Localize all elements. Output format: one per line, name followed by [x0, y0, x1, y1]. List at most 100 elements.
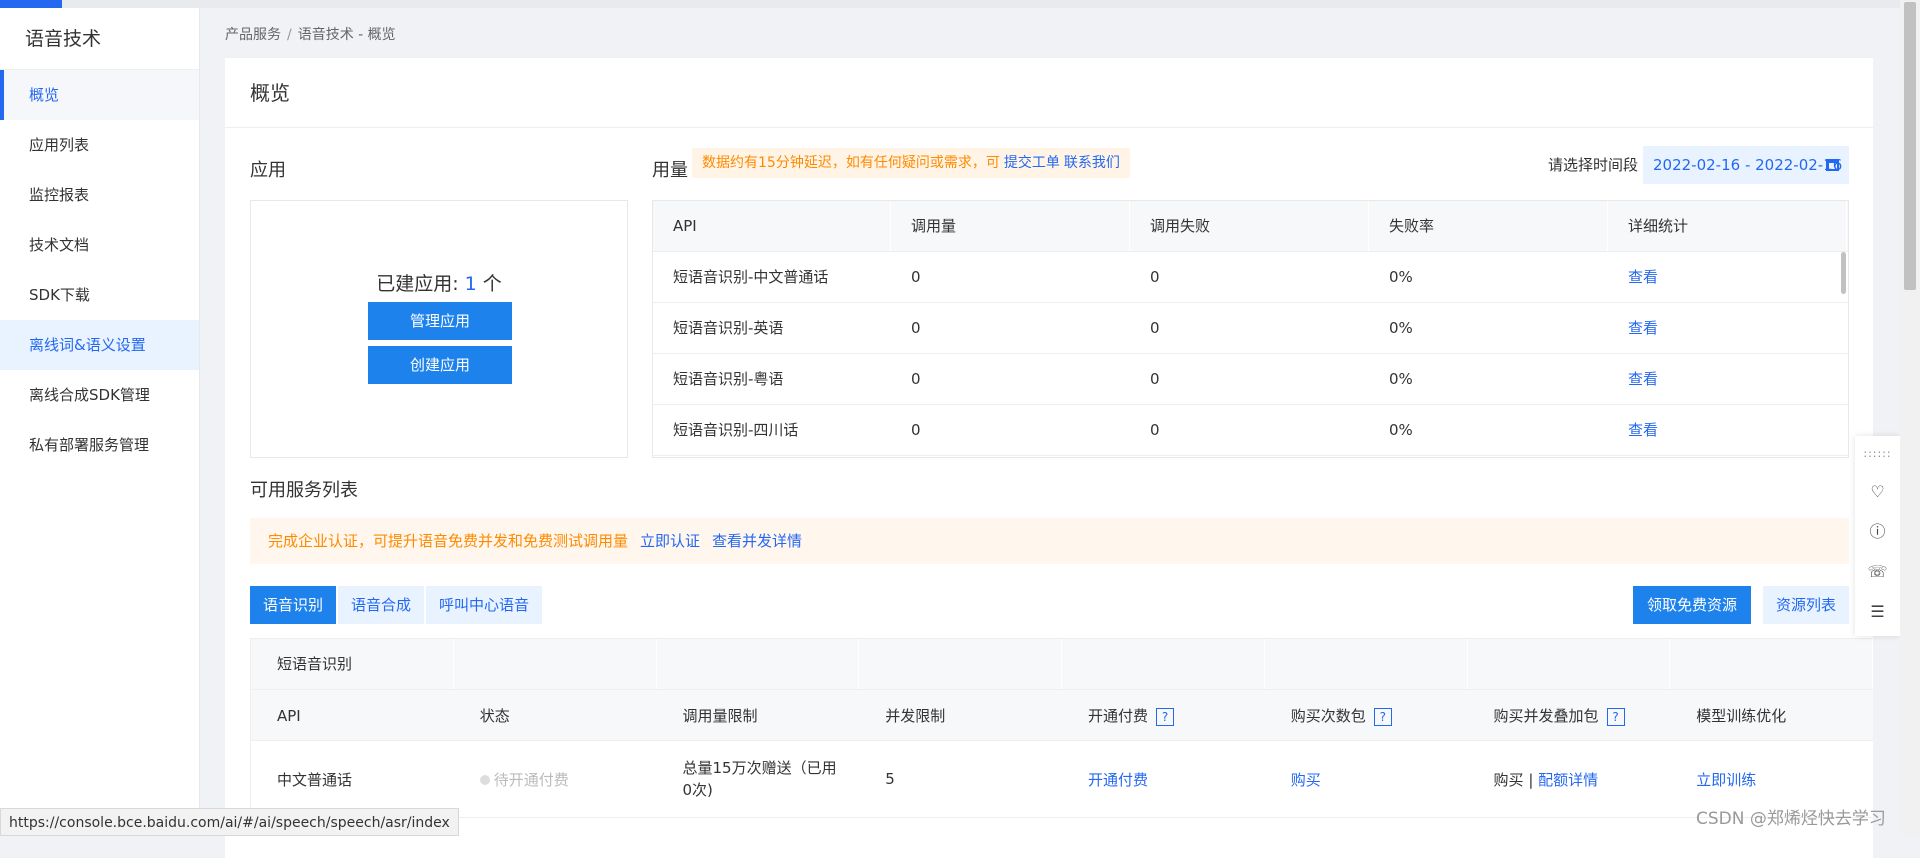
promo-text: 完成企业认证，可提升语音免费并发和免费测试调用量	[268, 532, 629, 550]
tab-speech-synthesis[interactable]: 语音合成	[338, 586, 425, 624]
breadcrumb: 产品服务 / 语音技术 - 概览	[225, 24, 396, 44]
usage-cell-rate: 0%	[1389, 268, 1413, 286]
breadcrumb-separator: /	[287, 27, 292, 43]
sidebar-item-docs[interactable]: 技术文档	[0, 220, 199, 270]
train-now-link[interactable]: 立即训练	[1670, 769, 1873, 790]
usage-cell-rate: 0%	[1389, 421, 1413, 439]
date-range-value: 2022-02-16 - 2022-02-16	[1653, 156, 1843, 174]
page-title: 概览	[225, 58, 1873, 128]
sidebar-item-offline-tts[interactable]: 离线合成SDK管理	[0, 370, 199, 420]
sidebar-item-app-list[interactable]: 应用列表	[0, 120, 199, 170]
apps-box: 已建应用: 1 个 管理应用 创建应用	[250, 200, 628, 458]
page-scrollbar[interactable]	[1900, 0, 1920, 836]
usage-cell-calls: 0	[911, 370, 921, 388]
usage-col-detail: 详细统计	[1608, 201, 1847, 251]
usage-cell-calls: 0	[911, 421, 921, 439]
svc-col-pay-label: 开通付费	[1088, 707, 1149, 725]
view-detail-link[interactable]: 查看	[1608, 252, 1847, 302]
usage-col-rate: 失败率	[1369, 201, 1608, 251]
table-row: 中文普通话 待开通付费 总量15万次赠送（已用0次) 5 开通付费 购买 购买 …	[251, 741, 1873, 817]
tab-speech-recognition[interactable]: 语音识别	[250, 586, 337, 624]
view-detail-link[interactable]: 查看	[1608, 303, 1847, 353]
usage-cell-fails: 0	[1150, 370, 1160, 388]
table-row: 短语音识别-粤语 0 0 0% 查看	[653, 354, 1848, 405]
sidebar-item-offline-words[interactable]: 离线词&语义设置	[0, 320, 199, 370]
app-count-suffix: 个	[476, 273, 502, 295]
apps-title: 应用	[250, 160, 286, 181]
services-title: 可用服务列表	[250, 480, 358, 501]
status-dot-icon	[479, 775, 490, 785]
usage-cell-fails: 0	[1150, 319, 1160, 337]
sidebar-item-overview[interactable]: 概览	[0, 70, 199, 120]
sidebar-item-monitor[interactable]: 监控报表	[0, 170, 199, 220]
concurrency-detail-link[interactable]: 查看并发详情	[712, 532, 802, 550]
usage-cell-fails: 0	[1150, 268, 1160, 286]
tab-call-center[interactable]: 呼叫中心语音	[426, 586, 543, 624]
certification-promo: 完成企业认证，可提升语音免费并发和免费测试调用量 立即认证 查看并发详情	[250, 518, 1849, 564]
svc-cell-buy-concurrency: 购买 | 配额详情	[1468, 769, 1671, 790]
calendar-icon	[1826, 159, 1839, 171]
usage-cell-rate: 0%	[1389, 319, 1413, 337]
breadcrumb-current: 语音技术 - 概览	[297, 27, 396, 43]
page-scrollbar-thumb[interactable]	[1904, 2, 1916, 290]
usage-col-api: API	[653, 201, 891, 251]
svc-cell-limit: 总量15万次赠送（已用0次)	[682, 759, 837, 799]
drag-handle-icon[interactable]: ::::::	[1855, 436, 1900, 472]
help-icon[interactable]: ?	[1373, 707, 1392, 726]
heart-icon[interactable]: ♡	[1855, 472, 1900, 512]
svc-col-buy-concurrency-label: 购买并发叠加包	[1493, 707, 1599, 725]
usage-cell-calls: 0	[911, 319, 921, 337]
main-area: 产品服务 / 语音技术 - 概览 概览 应用 已建应用: 1 个 管理应用 创建应用…	[200, 8, 1900, 858]
help-icon[interactable]: ?	[1606, 707, 1625, 726]
svc-col-train: 模型训练优化	[1696, 707, 1787, 725]
sidebar-title: 语音技术	[0, 8, 199, 70]
service-group-name: 短语音识别	[251, 639, 454, 689]
sidebar-item-private-deploy[interactable]: 私有部署服务管理	[0, 420, 199, 470]
help-circle-icon[interactable]: ⓘ	[1855, 512, 1900, 552]
view-detail-link[interactable]: 查看	[1608, 354, 1847, 404]
usage-table: API 调用量 调用失败 失败率 详细统计 短语音识别-中文普通话 0 0 0%…	[652, 200, 1849, 458]
svc-cell-status: 待开通付费	[454, 769, 657, 790]
separator: |	[1528, 770, 1534, 789]
app-count: 已建应用: 1 个	[251, 269, 627, 296]
usage-table-header: API 调用量 调用失败 失败率 详细统计	[653, 201, 1848, 252]
usage-cell-fails: 0	[1150, 421, 1160, 439]
buy-pack-link[interactable]: 购买	[1265, 769, 1468, 790]
svc-col-buy-concurrency: 购买并发叠加包?	[1468, 690, 1671, 740]
quota-detail-link[interactable]: 配额详情	[1538, 771, 1598, 789]
usage-title: 用量	[652, 160, 688, 181]
overview-card: 概览 应用 已建应用: 1 个 管理应用 创建应用 用量 数据约有15分钟延迟，…	[225, 58, 1873, 858]
phone-icon[interactable]: ☏	[1855, 552, 1900, 592]
buy-concurrency-link[interactable]: 购买	[1494, 771, 1524, 789]
contact-us-link[interactable]: 联系我们	[1064, 155, 1120, 171]
svc-col-concurrency: 并发限制	[885, 707, 946, 725]
usage-cell-rate: 0%	[1389, 370, 1413, 388]
view-detail-link[interactable]: 查看	[1608, 405, 1847, 455]
svc-col-limit: 调用量限制	[682, 707, 758, 725]
help-icon[interactable]: ?	[1156, 707, 1175, 726]
manage-app-button[interactable]: 管理应用	[368, 302, 512, 340]
svc-col-pay: 开通付费?	[1062, 690, 1265, 740]
create-app-button[interactable]: 创建应用	[368, 346, 512, 384]
svc-col-api: API	[277, 707, 301, 725]
claim-free-resource-button[interactable]: 领取免费资源	[1633, 586, 1751, 624]
usage-col-calls: 调用量	[891, 201, 1130, 251]
status-url: https://console.bce.baidu.com/ai/#/ai/sp…	[0, 808, 459, 836]
list-icon[interactable]: ☰	[1855, 592, 1900, 632]
breadcrumb-parent[interactable]: 产品服务	[225, 27, 281, 43]
svc-col-buy-label: 购买次数包	[1290, 707, 1366, 725]
date-range-picker[interactable]: 2022-02-16 - 2022-02-16	[1643, 146, 1849, 184]
svc-col-status: 状态	[479, 707, 510, 725]
floating-toolbar: :::::: ♡ ⓘ ☏ ☰	[1855, 436, 1900, 636]
status-label: 待开通付费	[493, 770, 569, 789]
enable-payment-link[interactable]: 开通付费	[1062, 769, 1265, 790]
resource-list-button[interactable]: 资源列表	[1763, 586, 1849, 624]
usage-table-scrollbar[interactable]	[1841, 252, 1846, 294]
certify-now-link[interactable]: 立即认证	[640, 532, 700, 550]
submit-ticket-link[interactable]: 提交工单	[1004, 155, 1060, 171]
app-count-prefix: 已建应用:	[376, 273, 465, 295]
services-table-header: API 状态 调用量限制 并发限制 开通付费? 购买次数包? 购买并发叠加包? …	[251, 689, 1873, 741]
svc-cell-concurrency: 5	[885, 770, 895, 788]
usage-cell-api: 短语音识别-英语	[673, 319, 784, 337]
sidebar-item-sdk[interactable]: SDK下载	[0, 270, 199, 320]
